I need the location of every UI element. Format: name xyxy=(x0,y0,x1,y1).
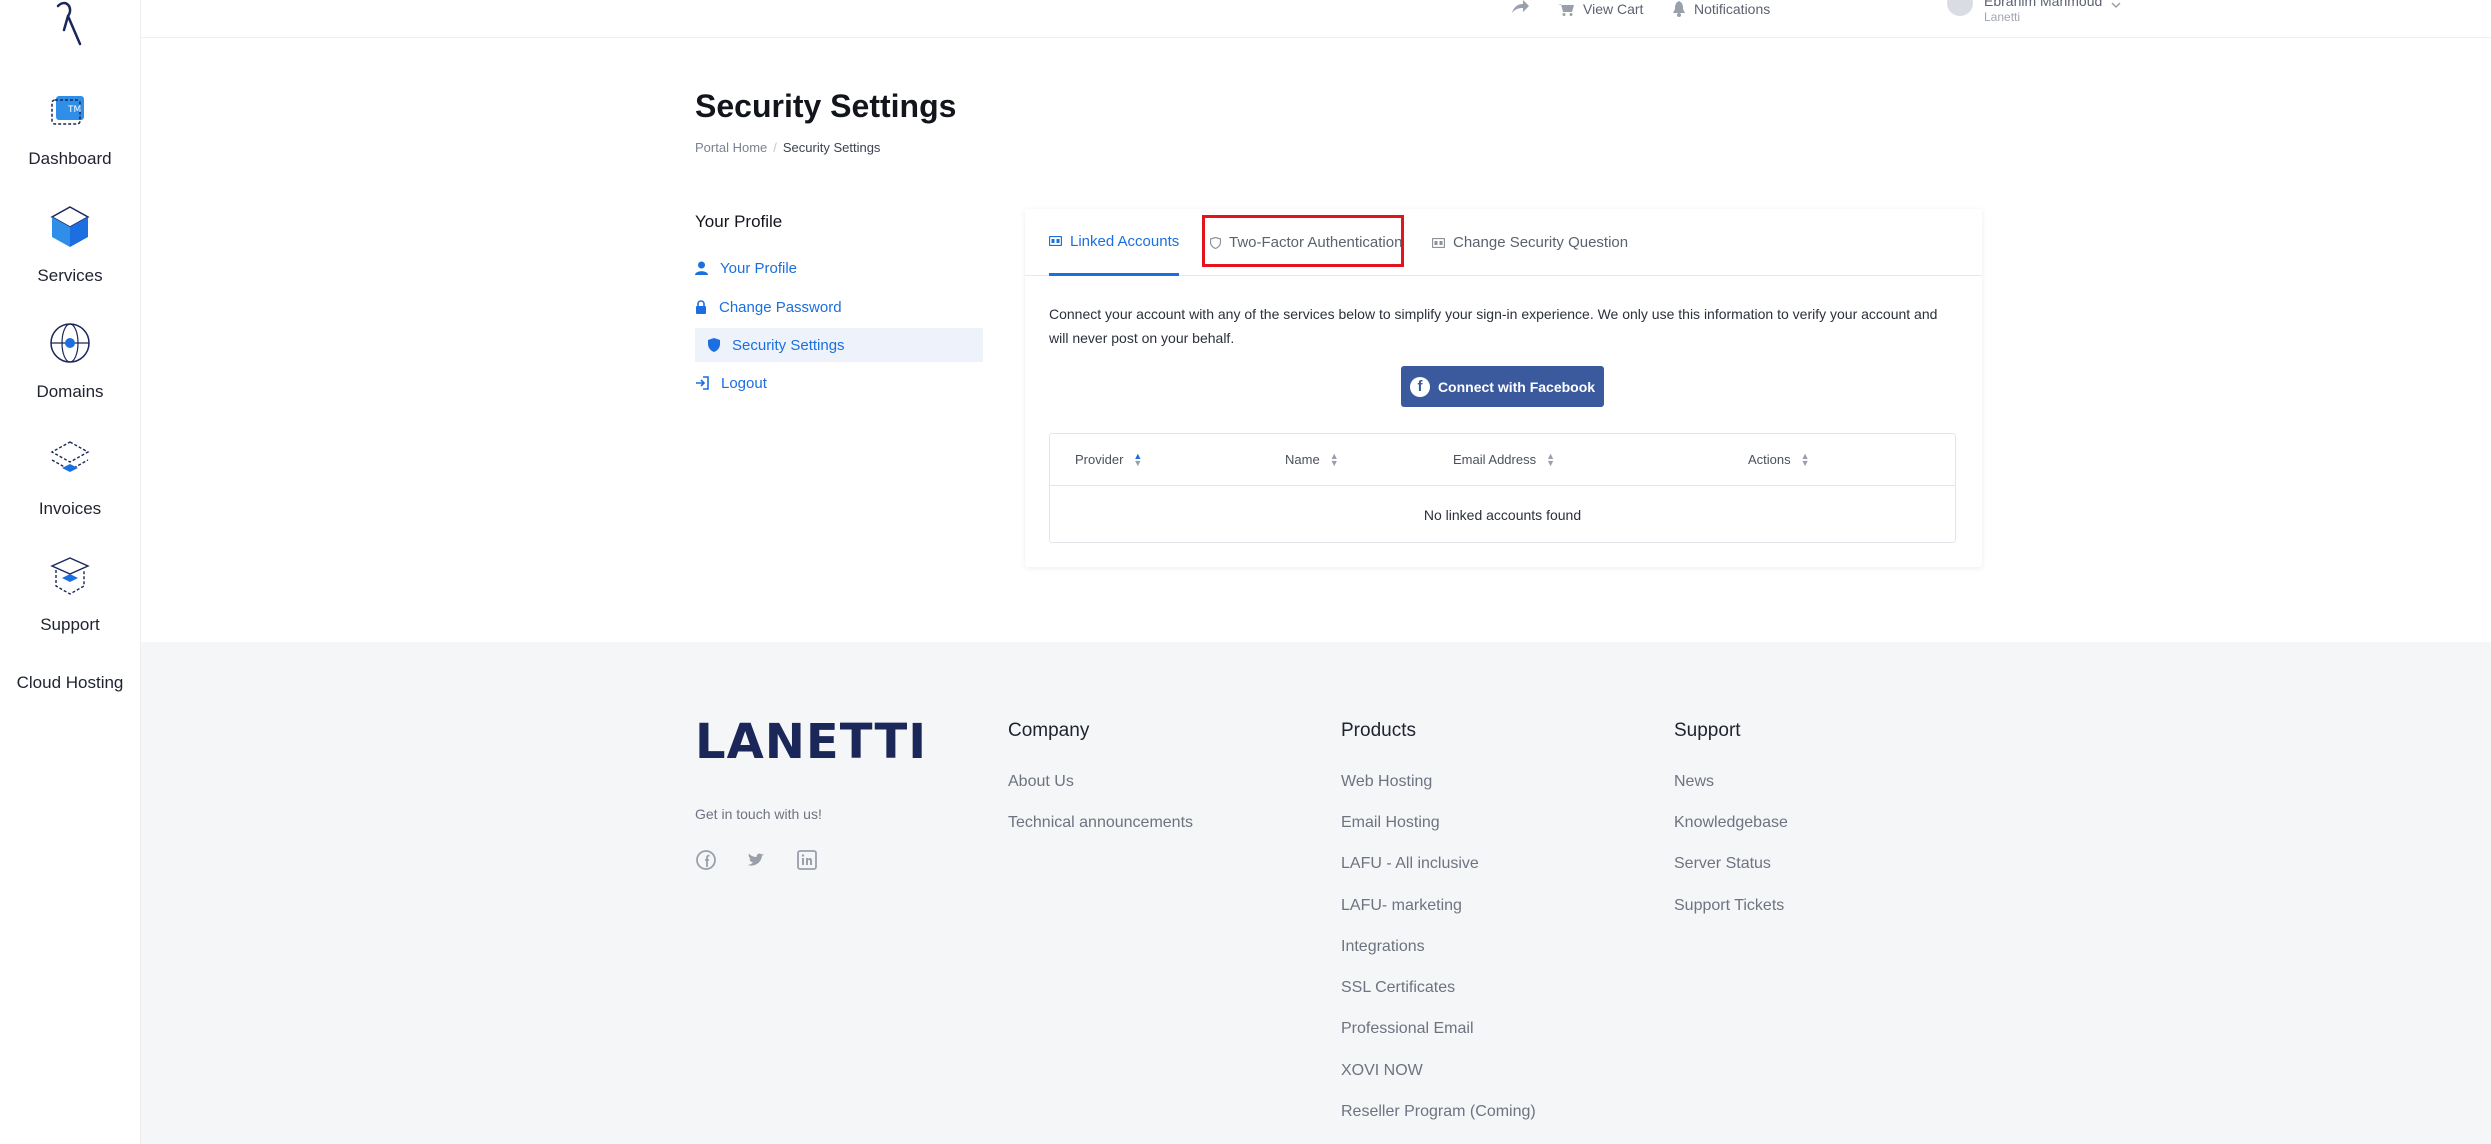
sidebar-item-label: Domains xyxy=(36,382,104,401)
column-label: Email Address xyxy=(1453,452,1537,467)
empty-state: No linked accounts found xyxy=(1423,506,1582,523)
footer-link[interactable]: LAFU - All inclusive xyxy=(1341,855,1479,873)
shield-icon xyxy=(708,338,720,352)
support-icon xyxy=(50,557,90,595)
tab-label: Change Security Question xyxy=(1453,234,1629,251)
footer-link[interactable]: Technical announcements xyxy=(1008,814,1193,832)
profile-link-your-profile[interactable]: Your Profile xyxy=(695,251,983,285)
services-cube-icon xyxy=(50,206,90,247)
column-header-email[interactable]: Email Address ▲ ▼ xyxy=(1453,434,1555,485)
view-cart-button[interactable]: View Cart xyxy=(1557,0,1643,18)
lock-icon xyxy=(696,300,706,314)
profile-link-label: Security Settings xyxy=(732,336,845,354)
globe-icon xyxy=(50,323,90,363)
highlight-box xyxy=(1202,215,1404,267)
footer-link[interactable]: News xyxy=(1674,773,1714,791)
profile-link-label: Logout xyxy=(721,374,767,392)
tab-linked-accounts[interactable]: Linked Accounts xyxy=(1049,209,1180,276)
sidebar-item-services[interactable]: Services xyxy=(0,203,140,286)
column-label: Name xyxy=(1285,452,1320,467)
profile-nav-title: Your Profile xyxy=(695,212,783,231)
bell-icon xyxy=(1673,1,1685,17)
connect-facebook-label: Connect with Facebook xyxy=(1437,378,1596,395)
dashboard-icon: TM xyxy=(51,96,84,125)
footer-link[interactable]: LAFU- marketing xyxy=(1341,897,1462,915)
column-header-name[interactable]: Name ▲ ▼ xyxy=(1285,434,1339,485)
tab-label: Linked Accounts xyxy=(1070,232,1180,250)
profile-link-change-password[interactable]: Change Password xyxy=(695,290,983,324)
notifications-label: Notifications xyxy=(1694,1,1771,17)
notifications-button[interactable]: Notifications xyxy=(1672,0,1770,18)
sidebar: TM Dashboard Services Domains Invoices S… xyxy=(0,0,141,1144)
sort-icon: ▲ ▼ xyxy=(1329,450,1339,468)
column-label: Provider xyxy=(1075,452,1124,467)
sort-icon: ▲ ▼ xyxy=(1133,450,1143,468)
profile-link-logout[interactable]: Logout xyxy=(695,366,983,400)
linkedin-icon[interactable] xyxy=(796,849,818,871)
user-name[interactable]: Ebrahim Mahmoud xyxy=(1984,0,2102,9)
svg-text:TM: TM xyxy=(67,105,81,115)
footer xyxy=(141,642,2491,1144)
footer-link[interactable]: SSL Certificates xyxy=(1341,979,1455,997)
linked-accounts-description: Connect your account with any of the ser… xyxy=(1049,306,1938,346)
sidebar-item-cloud-hosting[interactable]: Cloud Hosting xyxy=(0,673,140,693)
sort-icon: ▲ ▼ xyxy=(1546,450,1556,468)
sidebar-item-label: Dashboard xyxy=(28,149,112,168)
footer-link[interactable]: Email Hosting xyxy=(1341,814,1440,832)
connect-facebook-button[interactable]: f Connect with Facebook xyxy=(1401,366,1604,407)
sidebar-item-dashboard[interactable]: TM Dashboard xyxy=(0,86,140,169)
user-icon xyxy=(695,261,708,275)
view-cart-label: View Cart xyxy=(1583,1,1644,17)
footer-brand-logo[interactable]: LANETTI xyxy=(695,714,927,770)
footer-link[interactable]: Integrations xyxy=(1341,938,1425,956)
footer-link[interactable]: Reseller Program (Coming) xyxy=(1341,1103,1536,1121)
column-label: Actions xyxy=(1748,452,1791,467)
logout-icon xyxy=(696,376,709,390)
footer-link[interactable]: Server Status xyxy=(1674,855,1771,873)
sidebar-item-domains[interactable]: Domains xyxy=(0,319,140,402)
avatar[interactable] xyxy=(1947,0,1973,16)
sidebar-item-label: Support xyxy=(40,615,100,634)
linked-accounts-table: Provider ▲ ▼ Name ▲ ▼ Email Address ▲ ▼ Act… xyxy=(1049,433,1956,543)
footer-link[interactable]: Professional Email xyxy=(1341,1020,1474,1038)
footer-link[interactable]: About Us xyxy=(1008,773,1074,791)
breadcrumb-current: Security Settings xyxy=(782,140,881,155)
sidebar-item-support[interactable]: Support xyxy=(0,552,140,635)
cart-icon xyxy=(1558,4,1574,16)
footer-link[interactable]: Web Hosting xyxy=(1341,773,1432,791)
brand-logo-icon[interactable] xyxy=(50,0,90,50)
link-card-icon xyxy=(1049,236,1062,246)
sort-icon: ▲ ▼ xyxy=(1800,450,1810,468)
profile-link-label: Change Password xyxy=(719,298,842,316)
share-icon[interactable] xyxy=(1511,0,1529,14)
security-card: Linked Accounts Two-Factor Authenticatio… xyxy=(1025,209,1982,567)
question-card-icon xyxy=(1432,237,1445,248)
twitter-icon[interactable] xyxy=(745,849,767,871)
breadcrumb-home[interactable]: Portal Home xyxy=(695,140,767,155)
sidebar-item-label: Services xyxy=(37,266,103,285)
facebook-icon: f xyxy=(1409,376,1430,397)
user-company: Lanetti xyxy=(1984,10,2021,24)
tab-bar: Linked Accounts Two-Factor Authenticatio… xyxy=(1025,209,1982,276)
facebook-icon[interactable] xyxy=(695,849,717,871)
page-title: Security Settings xyxy=(695,88,957,124)
profile-link-security-settings[interactable]: Security Settings xyxy=(695,328,983,362)
column-header-actions[interactable]: Actions ▲ ▼ xyxy=(1748,434,1810,485)
footer-link[interactable]: Support Tickets xyxy=(1674,897,1784,915)
chevron-down-icon[interactable] xyxy=(2111,2,2121,10)
invoices-icon xyxy=(50,441,90,472)
footer-col-title-company: Company xyxy=(1008,720,1090,741)
profile-link-label: Your Profile xyxy=(720,259,797,277)
footer-col-title-products: Products xyxy=(1341,720,1416,741)
footer-link[interactable]: XOVI NOW xyxy=(1341,1062,1423,1080)
topbar: View Cart Notifications Ebrahim Mahmoud … xyxy=(141,0,2491,38)
tab-change-security-question[interactable]: Change Security Question xyxy=(1432,209,1628,276)
sidebar-item-invoices[interactable]: Invoices xyxy=(0,436,140,519)
sidebar-item-label: Invoices xyxy=(38,499,102,518)
footer-tagline: Get in touch with us! xyxy=(695,806,822,822)
column-header-provider[interactable]: Provider ▲ ▼ xyxy=(1075,434,1142,485)
footer-col-title-support: Support xyxy=(1674,720,1741,741)
breadcrumb: Portal Home / Security Settings xyxy=(695,140,881,155)
footer-link[interactable]: Knowledgebase xyxy=(1674,814,1788,832)
